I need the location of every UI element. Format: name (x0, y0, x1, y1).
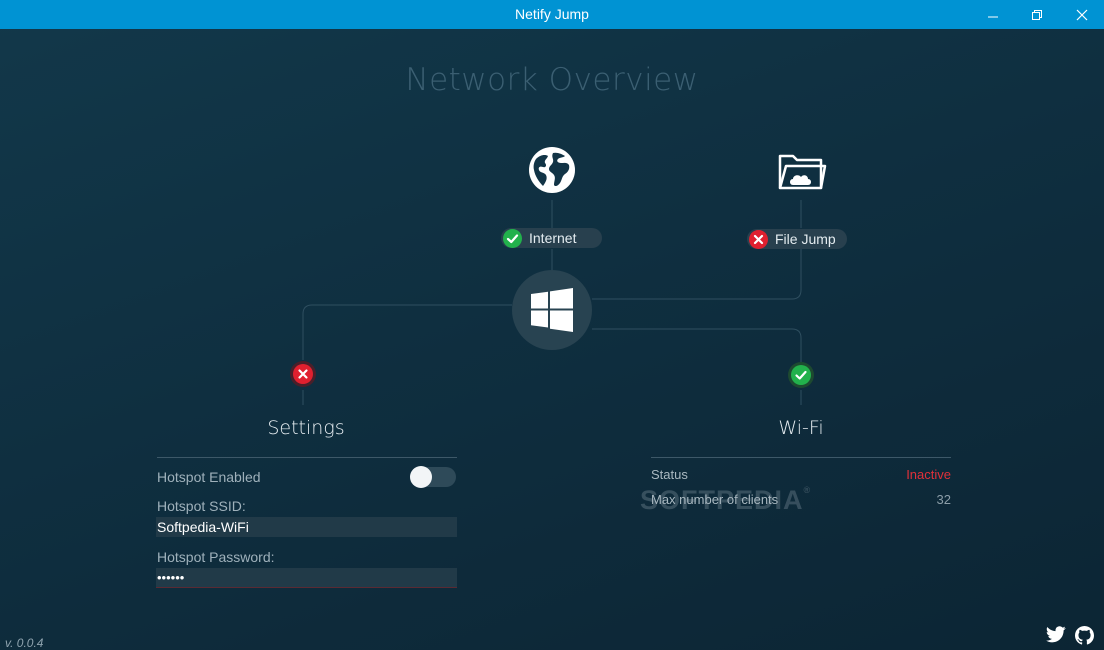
settings-status-dot (290, 361, 316, 387)
toggle-knob (410, 466, 432, 488)
settings-divider (157, 457, 457, 458)
file-jump-label: File Jump (775, 231, 836, 247)
version-label: v. 0.0.4 (5, 636, 44, 650)
watermark: SOFTPEDIA® (640, 485, 811, 516)
wifi-title: Wi-Fi (778, 417, 824, 439)
windows-logo-icon (531, 288, 573, 332)
hotspot-password-label: Hotspot Password: (157, 549, 275, 565)
hotspot-ssid-label: Hotspot SSID: (157, 498, 246, 514)
wifi-status-label: Status (651, 467, 688, 482)
wifi-status-value: Inactive (906, 467, 951, 482)
hotspot-ssid-input[interactable] (156, 517, 457, 537)
watermark-text: SOFTPEDIA (640, 485, 804, 515)
internet-status-pill: Internet (501, 228, 602, 248)
github-link[interactable] (1075, 626, 1094, 650)
file-jump-status-pill: File Jump (747, 229, 847, 249)
globe-icon (527, 145, 577, 200)
hotspot-enabled-label: Hotspot Enabled (157, 469, 261, 485)
hotspot-password-input[interactable] (156, 568, 457, 588)
check-icon (503, 228, 522, 248)
wifi-status-dot (788, 362, 814, 388)
watermark-mark: ® (803, 485, 812, 495)
github-icon (1075, 626, 1094, 645)
error-icon (293, 364, 313, 384)
error-icon (749, 229, 768, 249)
twitter-icon (1046, 626, 1066, 643)
internet-label: Internet (529, 230, 577, 246)
cloud-folder-icon (777, 148, 827, 199)
device-hub (512, 270, 592, 350)
twitter-link[interactable] (1046, 626, 1066, 648)
wifi-divider (651, 457, 951, 458)
check-icon (791, 365, 811, 385)
settings-title: Settings (267, 417, 345, 439)
max-clients-value: 32 (936, 492, 951, 507)
hotspot-enabled-toggle[interactable] (410, 466, 456, 488)
